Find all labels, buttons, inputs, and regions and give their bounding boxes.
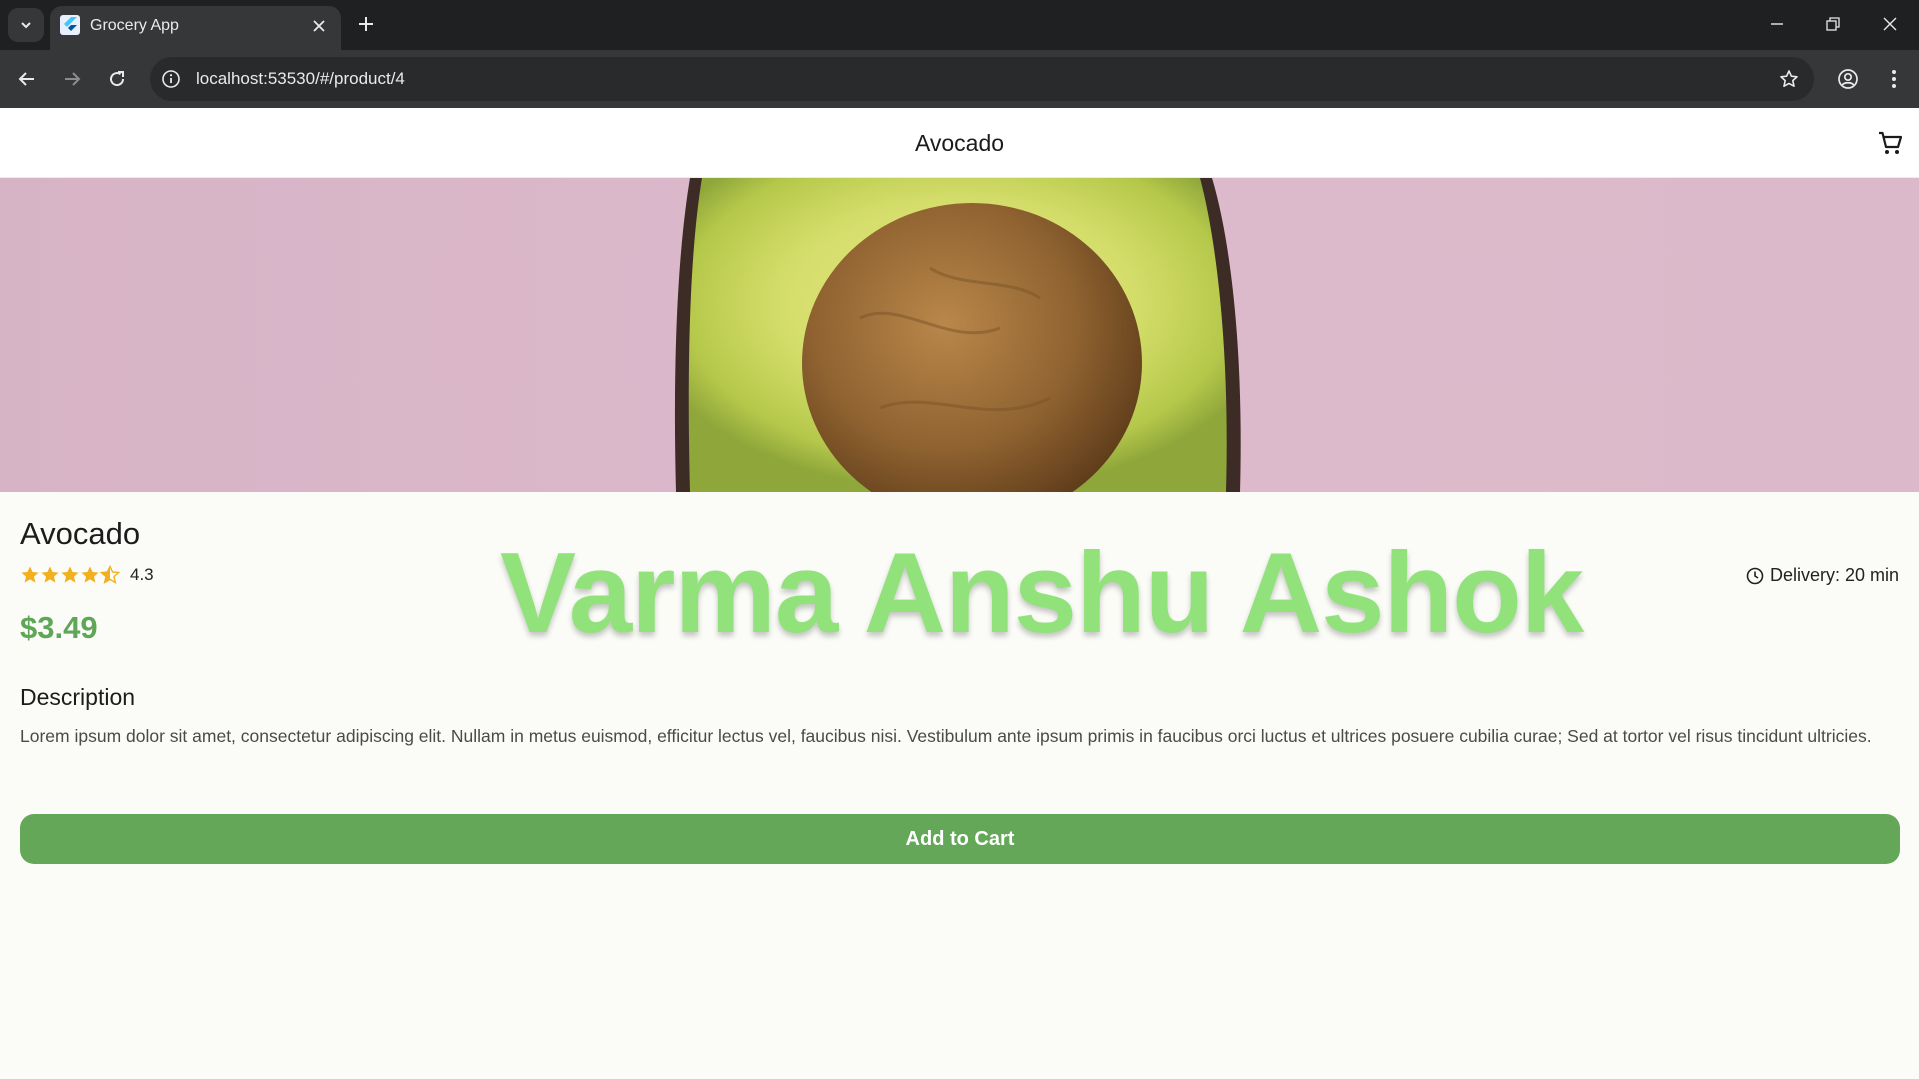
back-button[interactable]	[12, 64, 42, 94]
flutter-favicon-icon	[60, 15, 80, 35]
product-price: $3.49	[20, 610, 98, 645]
restore-button[interactable]	[1813, 10, 1853, 38]
watermark-text: Varma Anshu Ashok	[500, 530, 1584, 657]
rating-value: 4.3	[130, 565, 154, 584]
cart-button[interactable]	[1873, 126, 1907, 160]
product-details: Avocado 4.3 $3.49 Delivery: 20 min Varma…	[0, 492, 1919, 1079]
delivery-text: Delivery: 20 min	[1769, 565, 1899, 585]
forward-button[interactable]	[57, 64, 87, 94]
tab-search-button[interactable]	[8, 8, 44, 42]
restore-icon	[1826, 17, 1840, 31]
product-rating: 4.3	[20, 565, 154, 585]
browser-toolbar: localhost:53530/#/product/4	[0, 50, 1919, 108]
add-to-cart-button[interactable]: Add to Cart	[20, 814, 1900, 864]
app-bar: Avocado	[0, 108, 1919, 178]
url-text: localhost:53530/#/product/4	[196, 69, 405, 88]
reload-button[interactable]	[102, 64, 132, 94]
product-name: Avocado	[20, 516, 141, 551]
site-info-icon[interactable]	[160, 68, 182, 90]
close-icon	[313, 20, 325, 32]
minimize-icon	[1771, 23, 1783, 25]
product-image	[0, 178, 1919, 492]
browser-tabstrip: Grocery App	[0, 0, 1919, 50]
delivery-time: Delivery: 20 min	[1746, 565, 1899, 586]
profile-icon	[1838, 69, 1858, 89]
address-bar[interactable]: localhost:53530/#/product/4	[150, 57, 1814, 101]
clock-icon	[1746, 567, 1764, 584]
browser-tab[interactable]: Grocery App	[50, 6, 341, 50]
browser-menu-button[interactable]	[1879, 64, 1909, 94]
close-window-icon	[1883, 17, 1897, 31]
bookmark-star-icon[interactable]	[1778, 68, 1800, 90]
forward-arrow-icon	[65, 72, 81, 86]
reload-icon	[110, 71, 125, 87]
minimize-button[interactable]	[1757, 10, 1797, 38]
tab-title: Grocery App	[90, 17, 179, 34]
profile-button[interactable]	[1833, 64, 1863, 94]
description-text: Lorem ipsum dolor sit amet, consectetur …	[20, 726, 1872, 746]
shopping-cart-icon	[1879, 131, 1903, 154]
description-heading: Description	[20, 684, 136, 710]
more-vert-icon	[1892, 70, 1896, 88]
new-tab-button[interactable]	[352, 10, 380, 38]
page-title: Avocado	[914, 130, 1005, 156]
star-rating-icon	[21, 565, 120, 584]
close-window-button[interactable]	[1870, 10, 1910, 38]
plus-icon	[359, 17, 373, 31]
chevron-down-icon	[21, 22, 31, 29]
tab-close-button[interactable]	[309, 16, 329, 36]
back-arrow-icon	[18, 72, 34, 86]
